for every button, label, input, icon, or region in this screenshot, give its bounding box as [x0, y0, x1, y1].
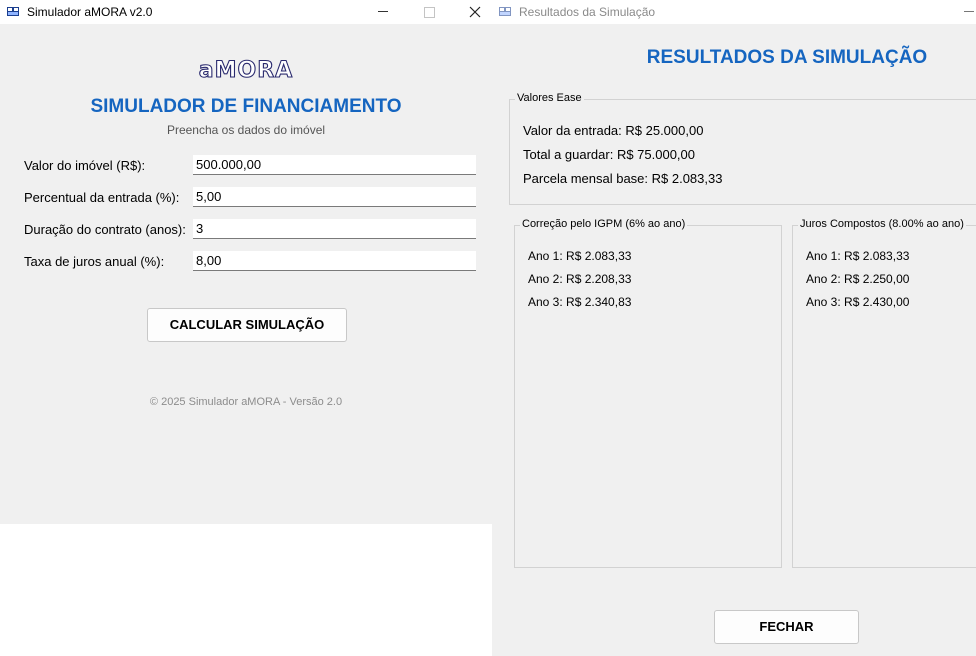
simulator-title: SIMULADOR DE FINANCIAMENTO — [90, 96, 402, 117]
compound-year-1: Ano 1: R$ 2.083,33 — [806, 249, 910, 263]
simulator-window-title: Simulador aMORA v2.0 — [27, 5, 153, 19]
down-payment-percent-label: Percentual da entrada (%): — [24, 190, 180, 205]
maximize-icon[interactable] — [406, 0, 452, 24]
property-value-label: Valor do imóvel (R$): — [24, 158, 146, 173]
compound-year-3: Ano 3: R$ 2.430,00 — [806, 295, 910, 309]
calculate-button[interactable]: CALCULAR SIMULAÇÃO — [147, 308, 347, 342]
igpm-year-1: Ano 1: R$ 2.083,33 — [528, 249, 632, 263]
results-title-bar[interactable]: Resultados da Simulação — [492, 0, 976, 24]
annual-interest-label: Taxa de juros anual (%): — [24, 254, 165, 269]
window-app-icon — [499, 7, 511, 16]
contract-duration-label: Duração do contrato (anos): — [24, 222, 186, 237]
igpm-year-2: Ano 2: R$ 2.208,33 — [528, 272, 632, 286]
copyright-footer: © 2025 Simulador aMORA - Versão 2.0 — [149, 396, 343, 408]
simulator-subtitle: Preencha os dados do imóvel — [166, 123, 326, 137]
window-app-icon — [7, 7, 19, 16]
annual-interest-input[interactable] — [193, 251, 476, 271]
property-value-input[interactable] — [193, 155, 476, 175]
compound-year-2: Ano 2: R$ 2.250,00 — [806, 272, 910, 286]
down-payment-value: Valor da entrada: R$ 25.000,00 — [523, 123, 704, 138]
close-results-button[interactable]: FECHAR — [714, 610, 859, 644]
amora-logo: aMORA — [198, 57, 294, 83]
base-values-group: Valores Ease Valor da entrada: R$ 25.000… — [509, 92, 976, 205]
compound-interest-group: Juros Compostos (8.00% ao ano) Ano 1: R$… — [792, 218, 976, 568]
down-payment-percent-input[interactable] — [193, 187, 476, 207]
total-to-save-value: Total a guardar: R$ 75.000,00 — [523, 147, 696, 162]
contract-duration-input[interactable] — [193, 219, 476, 239]
simulator-window: Simulador aMORA v2.0 aMORA SIMULADOR DE … — [0, 0, 492, 524]
igpm-correction-group: Correção pelo IGPM (6% ao ano) Ano 1: R$… — [514, 218, 782, 568]
minimize-icon[interactable] — [360, 0, 406, 24]
igpm-legend: Correção pelo IGPM (6% ao ano) — [520, 218, 688, 230]
base-values-legend: Valores Ease — [515, 92, 584, 104]
compound-legend: Juros Compostos (8.00% ao ano) — [798, 218, 966, 230]
minimize-icon[interactable] — [962, 0, 976, 24]
simulator-title-bar[interactable]: Simulador aMORA v2.0 — [0, 0, 492, 24]
base-monthly-payment-value: Parcela mensal base: R$ 2.083,33 — [523, 171, 723, 186]
results-window: Resultados da Simulação RESULTADOS DA SI… — [492, 0, 976, 656]
results-window-title: Resultados da Simulação — [519, 5, 656, 19]
results-title: RESULTADOS DA SIMULAÇÃO — [646, 47, 928, 68]
igpm-year-3: Ano 3: R$ 2.340,83 — [528, 295, 632, 309]
